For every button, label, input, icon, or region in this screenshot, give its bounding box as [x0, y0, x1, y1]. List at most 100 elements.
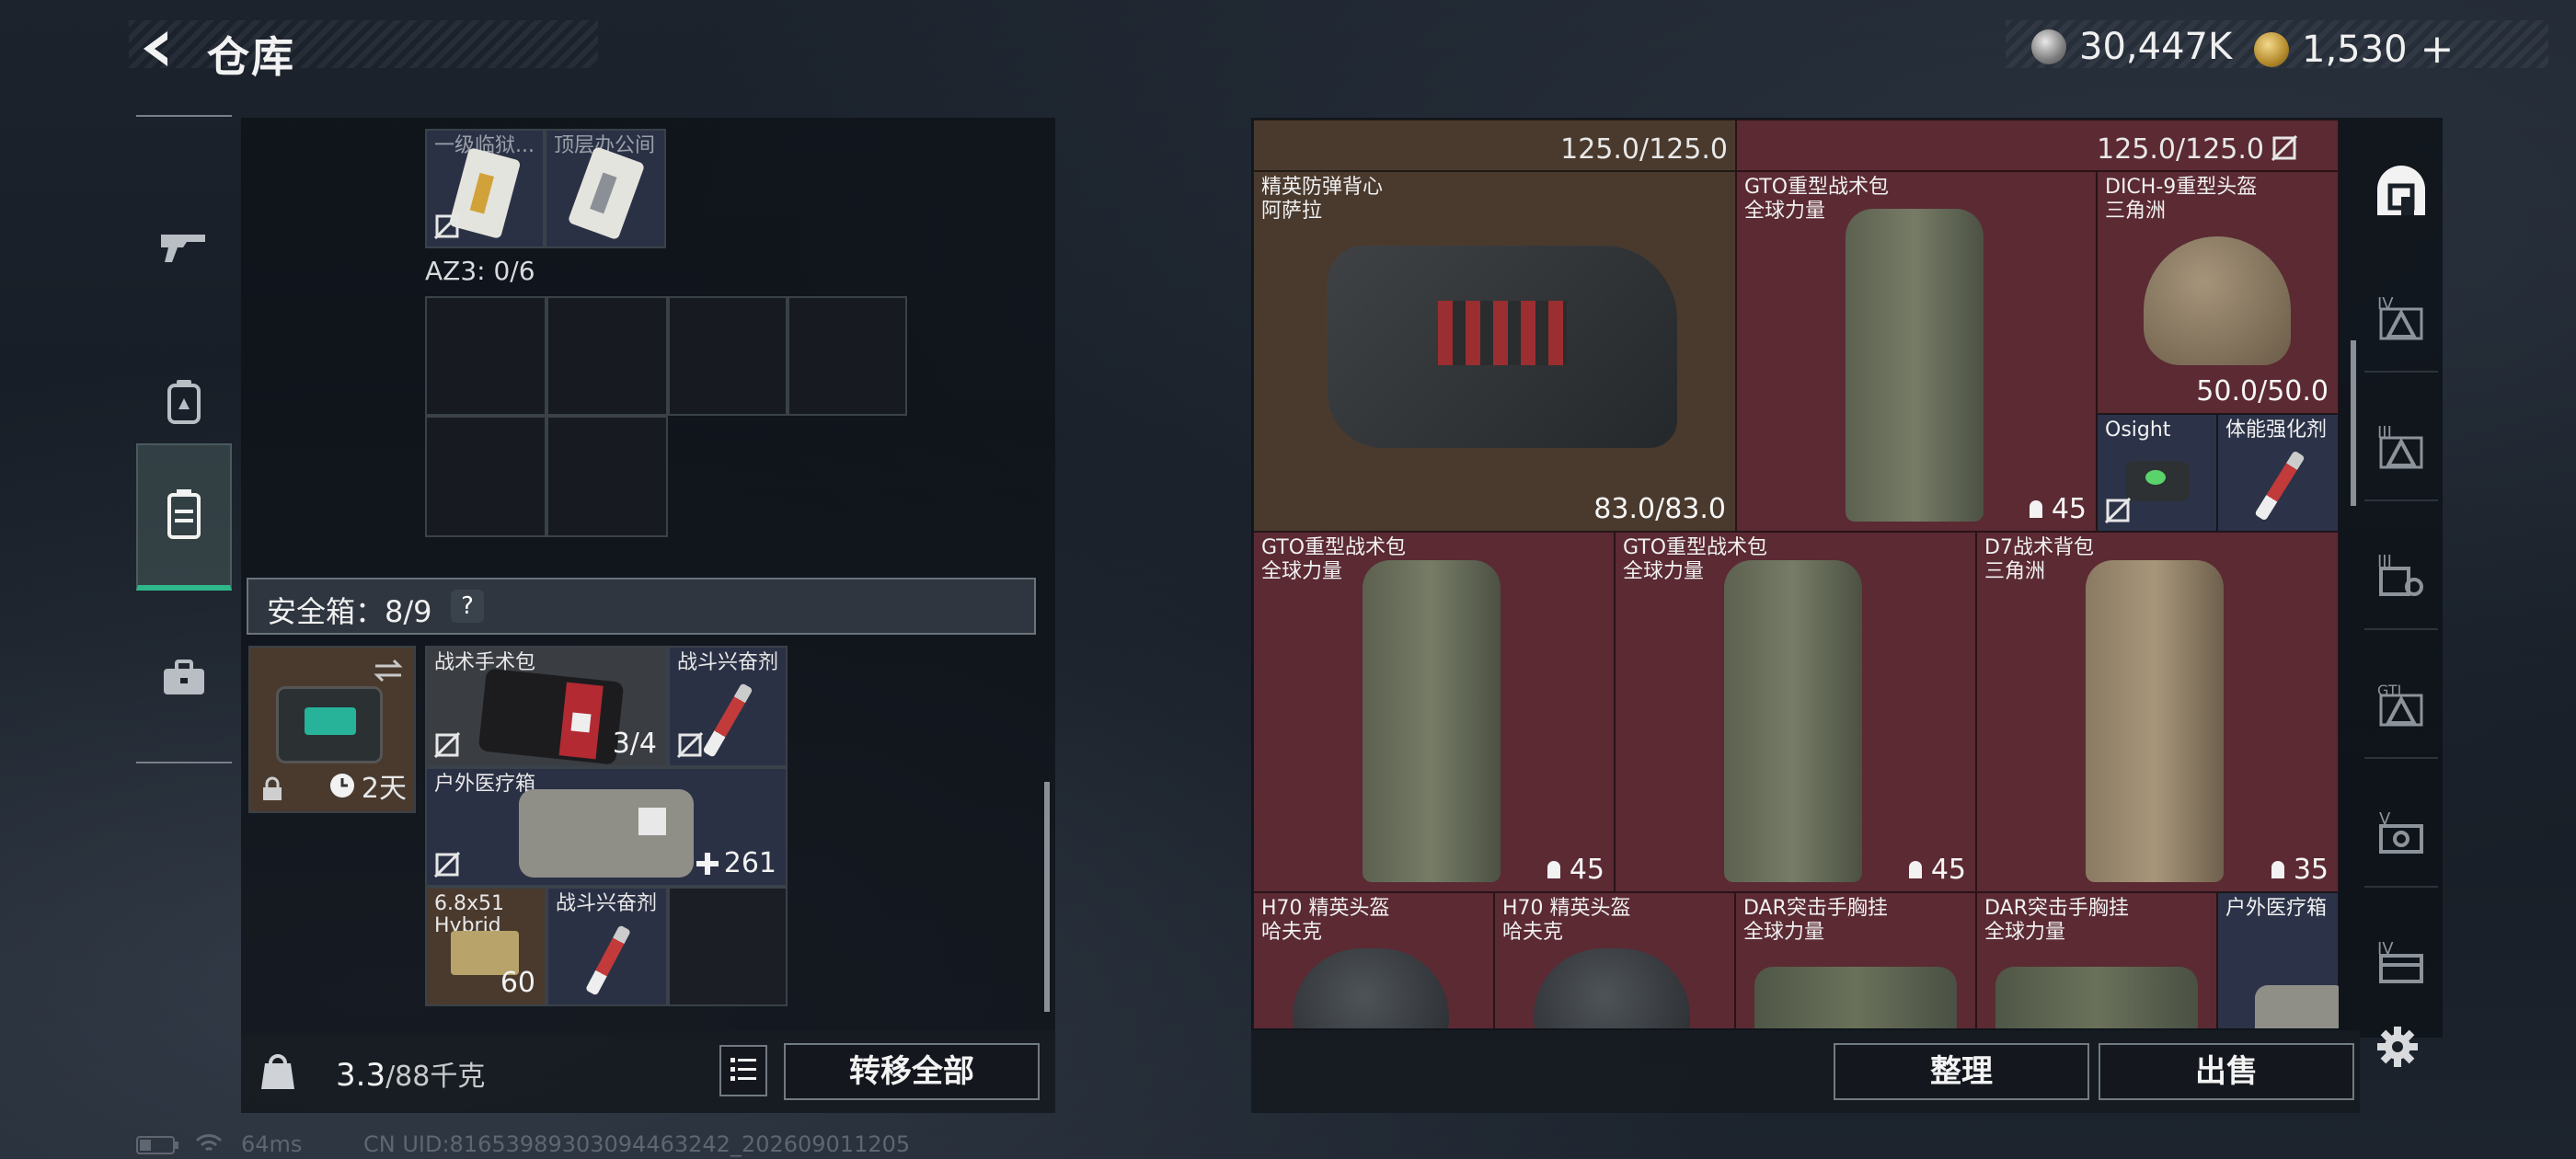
safe-item-medkit[interactable]: 户外医疗箱 261 [425, 767, 788, 887]
lock-icon [263, 776, 282, 800]
durability-value: 261 [723, 847, 776, 879]
stash-item-d7-backpack[interactable]: D7战术背包 三角洲 35 [1976, 532, 2339, 892]
item-slot-partial[interactable]: 125.0/125.0 [1253, 120, 1736, 171]
item-label: GTO重型战术包 [1261, 536, 1407, 559]
empty-slot[interactable] [546, 416, 668, 537]
item-label: D7战术背包 [1984, 536, 2094, 559]
stash-item-outdoor-medkit[interactable]: 户外医疗箱 [2217, 892, 2339, 1028]
sight-image [2125, 461, 2190, 501]
item-label: 户外医疗箱 [434, 773, 536, 796]
list-view-button[interactable] [719, 1045, 767, 1096]
gold-amount: 1,530 [2302, 28, 2408, 71]
item-slot-partial[interactable]: 125.0/125.0 [1736, 120, 2339, 171]
stash-item-osight[interactable]: Osight [2097, 414, 2217, 532]
timer: 2天 [328, 765, 407, 806]
safe-box-label: 安全箱：8/9 [267, 594, 432, 629]
stash-item-gto-backpack[interactable]: GTO重型战术包 全球力量 45 [1253, 532, 1615, 892]
swap-icon[interactable] [372, 657, 405, 684]
stash-item-stamina-booster[interactable]: 体能强化剂 [2217, 414, 2339, 532]
item-label: 战斗兴奋剂 [677, 651, 779, 674]
left-scrollbar[interactable] [1044, 782, 1050, 1012]
gti-icon: GTI [2377, 682, 2423, 727]
stash-item-h70-helmet[interactable]: H70 精英头盔 哈夫克 [1253, 892, 1494, 1028]
item-label: GTO重型战术包 [1744, 176, 1890, 199]
safe-item-surgery-kit[interactable]: 战术手术包 3/4 [425, 646, 668, 767]
stash-item-dich9-helmet[interactable]: DICH-9重型头盔 三角洲 50.0/50.0 [2097, 171, 2339, 414]
item-value: 83.0/83.0 [1593, 493, 1726, 525]
empty-slot[interactable] [546, 296, 668, 416]
item-sublabel: 哈夫克 [1502, 921, 1564, 944]
medkit-image [2255, 985, 2339, 1028]
capacity-icon [1547, 860, 1560, 878]
rail-item-gti[interactable]: GTI [2364, 648, 2438, 759]
transfer-all-button[interactable]: 转移全部 [784, 1043, 1040, 1100]
sidebar-item-storage[interactable] [136, 443, 232, 591]
stash-item-gto-backpack[interactable]: GTO重型战术包 全球力量 45 [1615, 532, 1976, 892]
rail-item-tier-iii[interactable]: III [2364, 391, 2438, 501]
empty-slot[interactable] [425, 416, 546, 537]
stash-scrollbar[interactable] [2351, 340, 2356, 506]
tier-iv-icon: IV [2377, 294, 2423, 340]
stash-item-gto-backpack[interactable]: GTO重型战术包 全球力量 45 [1736, 171, 2097, 532]
capacity-icon [1908, 860, 1922, 878]
sidebar-item-weapons[interactable] [136, 172, 232, 319]
gold-currency[interactable]: 1,530 + [2254, 26, 2454, 73]
empty-slot[interactable] [425, 296, 546, 416]
sell-button[interactable]: 出售 [2099, 1043, 2354, 1100]
rail-item-tier-iii-key[interactable]: III [2364, 520, 2438, 630]
tier-iii-icon: III [2377, 423, 2423, 469]
az3-capacity: AZ3: 0/6 [425, 256, 535, 286]
safe-item-stimulant[interactable]: 战斗兴奋剂 [546, 887, 668, 1006]
back-arrow-icon[interactable] [136, 28, 178, 70]
item-label: 户外医疗箱 [2225, 897, 2328, 920]
add-currency-button[interactable]: + [2421, 26, 2455, 73]
capacity-value: 35 [2293, 854, 2329, 886]
empty-slot[interactable] [668, 296, 788, 416]
capacity-value: 45 [2051, 493, 2087, 525]
gear-icon[interactable] [2375, 1025, 2420, 1069]
item-label: DAR突击手胸挂 [1743, 897, 1888, 920]
no-transfer-icon [2271, 135, 2297, 161]
container-icon [167, 489, 201, 539]
item-slot[interactable]: 一级临狱... [425, 129, 545, 248]
item-sublabel: 全球力量 [1984, 921, 2066, 944]
item-label: DAR突击手胸挂 [1984, 897, 2129, 920]
rail-item-tier-v[interactable]: V [2364, 777, 2438, 888]
item-label: 精英防弹背心 [1261, 176, 1384, 199]
item-slot[interactable]: 顶层办公间 [545, 129, 666, 248]
stash-item-h70-helmet[interactable]: H70 精英头盔 哈夫克 [1494, 892, 1735, 1028]
timer-label: 2天 [361, 773, 407, 805]
safe-item-stimulant[interactable]: 战斗兴奋剂 [668, 646, 788, 767]
battery-icon [136, 1136, 178, 1154]
item-value: 45 [2026, 493, 2087, 525]
safe-container-slot[interactable]: 2天 [248, 646, 416, 813]
no-transfer-icon [434, 213, 460, 239]
stash-item-dar-chest-rig[interactable]: DAR突击手胸挂 全球力量 [1735, 892, 1976, 1028]
sort-button[interactable]: 整理 [1834, 1043, 2089, 1100]
help-button[interactable]: ? [451, 590, 484, 623]
safe-item-ammo[interactable]: 6.8x51 Hybrid 60 [425, 887, 546, 1006]
backpack-image [1724, 560, 1862, 882]
item-sublabel: 全球力量 [1623, 560, 1705, 583]
capacity-icon [2271, 860, 2284, 878]
item-sublabel: 三角洲 [2105, 200, 2167, 223]
stash-item-dar-chest-rig[interactable]: DAR突击手胸挂 全球力量 [1976, 892, 2217, 1028]
sidebar-item-items[interactable] [136, 604, 232, 752]
capacity-icon [2029, 499, 2042, 518]
page-title: 仓库 [207, 32, 295, 82]
helmet-image [2144, 236, 2291, 365]
injector-image [702, 683, 753, 758]
silver-coin-icon [2031, 29, 2066, 64]
empty-slot[interactable] [668, 887, 788, 1006]
item-label: DICH-9重型头盔 [2105, 176, 2258, 199]
backpack-image [1846, 209, 1984, 522]
rail-item-tier-iv[interactable]: IV [2364, 262, 2438, 373]
chest-rig-image [1995, 967, 2198, 1028]
item-value: 125.0/125.0 [1560, 133, 1728, 166]
rail-item-tier-iv-case[interactable]: IV [2364, 906, 2438, 1016]
no-transfer-icon [677, 732, 703, 758]
item-label: H70 精英头盔 [1261, 897, 1390, 920]
empty-slot[interactable] [788, 296, 907, 416]
stash-item-elite-vest[interactable]: 精英防弹背心 阿萨拉 83.0/83.0 [1253, 171, 1736, 532]
rail-item-home[interactable] [2364, 136, 2438, 247]
